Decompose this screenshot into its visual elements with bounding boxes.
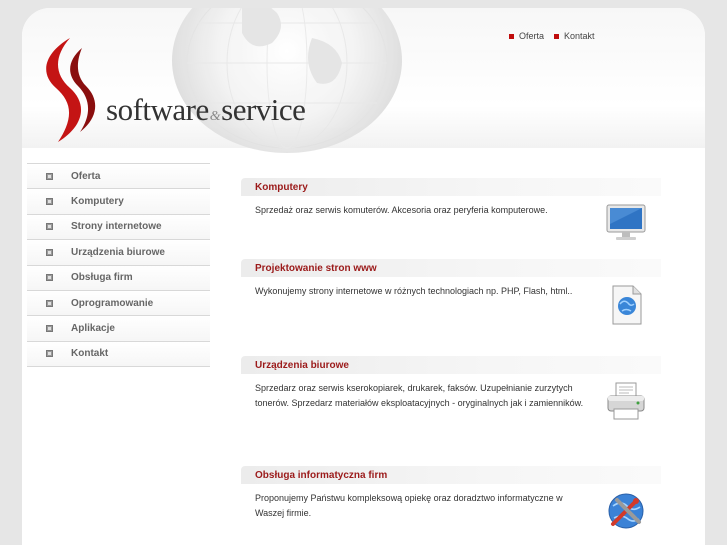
logo-text-part2: service <box>221 92 306 127</box>
page: software&service Oferta Kontakt Oferta K… <box>22 8 705 545</box>
section-text: Sprzedarz oraz serwis ksero­kopiarek, dr… <box>255 383 584 408</box>
menu-bullet-icon <box>46 223 53 231</box>
section-title[interactable]: Komputery <box>255 182 308 193</box>
printer-icon <box>607 382 645 420</box>
section-header: Komputery <box>241 178 661 196</box>
logo-wordmark[interactable]: software&service <box>106 92 306 128</box>
sidebar-item-label: Komputery <box>71 196 124 208</box>
section-title[interactable]: Projektowanie stron www <box>255 263 377 274</box>
section-komputery: Komputery Sprzedaż oraz serwis komuterów… <box>241 178 661 259</box>
web-document-icon <box>612 285 642 325</box>
section-header: Urządzenia biurowe <box>241 356 661 374</box>
main-content: Komputery Sprzedaż oraz serwis komuterów… <box>241 178 661 545</box>
sidebar-item-komputery[interactable]: Komputery <box>27 189 210 215</box>
bullet-square-icon <box>554 33 560 39</box>
menu-bullet-icon <box>46 350 53 358</box>
bullet-square-icon <box>509 33 514 39</box>
menu-bullet-icon <box>46 198 53 206</box>
sidebar-item-strony-internetowe[interactable]: Strony internetowe <box>27 214 210 241</box>
topnav-kontakt-link[interactable]: Kontakt <box>554 31 595 41</box>
section-header: Projektowanie stron www <box>241 259 661 277</box>
section-title[interactable]: Urządzenia biurowe <box>255 360 349 371</box>
support-tools-icon <box>608 493 644 529</box>
sidebar-item-oprogramowanie[interactable]: Oprogramowanie <box>27 290 210 317</box>
header: software&service Oferta Kontakt <box>22 8 705 153</box>
menu-bullet-icon <box>46 299 53 307</box>
section-obsluga-informatyczna: Obsługa informatyczna firm Proponujemy P… <box>241 466 661 545</box>
section-text: Wykonujemy strony internetowe w różnych … <box>255 286 573 296</box>
sidebar-item-label: Aplikacje <box>71 323 115 335</box>
menu-bullet-icon <box>46 325 53 333</box>
sidebar-item-urzadzenia-biurowe[interactable]: Urządzenia biurowe <box>27 240 210 266</box>
sidebar-item-label: Oferta <box>71 170 101 182</box>
menu-bullet-icon <box>46 248 53 256</box>
sidebar-item-kontakt[interactable]: Kontakt <box>27 341 210 368</box>
monitor-icon <box>606 204 646 240</box>
menu-bullet-icon <box>46 274 53 282</box>
section-text: Proponujemy Państwu kompleksową opiekę o… <box>255 493 563 518</box>
logo-text-part1: software <box>106 92 209 127</box>
globe-graphic <box>172 8 402 153</box>
sidebar-item-label: Kontakt <box>71 348 109 360</box>
sidebar-item-label: Urządzenia biurowe <box>71 246 165 258</box>
section-title[interactable]: Obsługa informatyczna firm <box>255 470 387 481</box>
sidebar-item-label: Strony internetowe <box>71 221 162 233</box>
topnav-oferta-label: Oferta <box>519 31 545 41</box>
top-navigation: Oferta Kontakt <box>509 31 595 41</box>
sidebar-item-obsluga-firm[interactable]: Obsługa firm <box>27 265 210 291</box>
topnav-oferta-link[interactable]: Oferta <box>509 31 544 41</box>
topnav-kontakt-label: Kontakt <box>564 31 595 41</box>
section-projektowanie-stron: Projektowanie stron www Wykonujemy stron… <box>241 259 661 356</box>
sidebar-item-oferta[interactable]: Oferta <box>27 164 210 190</box>
logo-ampersand: & <box>209 109 221 124</box>
sidebar-item-label: Obsługa firm <box>71 272 133 284</box>
section-header: Obsługa informatyczna firm <box>241 466 661 484</box>
logo-swoosh-icon <box>46 38 96 142</box>
sidebar-item-aplikacje[interactable]: Aplikacje <box>27 316 210 342</box>
section-text: Sprzedaż oraz serwis komuterów. Akcesori… <box>255 205 548 215</box>
menu-bullet-icon <box>46 172 53 180</box>
sidebar-item-label: Oprogramowanie <box>71 297 154 309</box>
globe-lines-icon <box>186 8 388 149</box>
sidebar-menu: Oferta Komputery Strony internetowe Urzą… <box>27 163 210 368</box>
section-urzadzenia-biurowe: Urządzenia biurowe Sprzedarz oraz serwis… <box>241 356 661 466</box>
